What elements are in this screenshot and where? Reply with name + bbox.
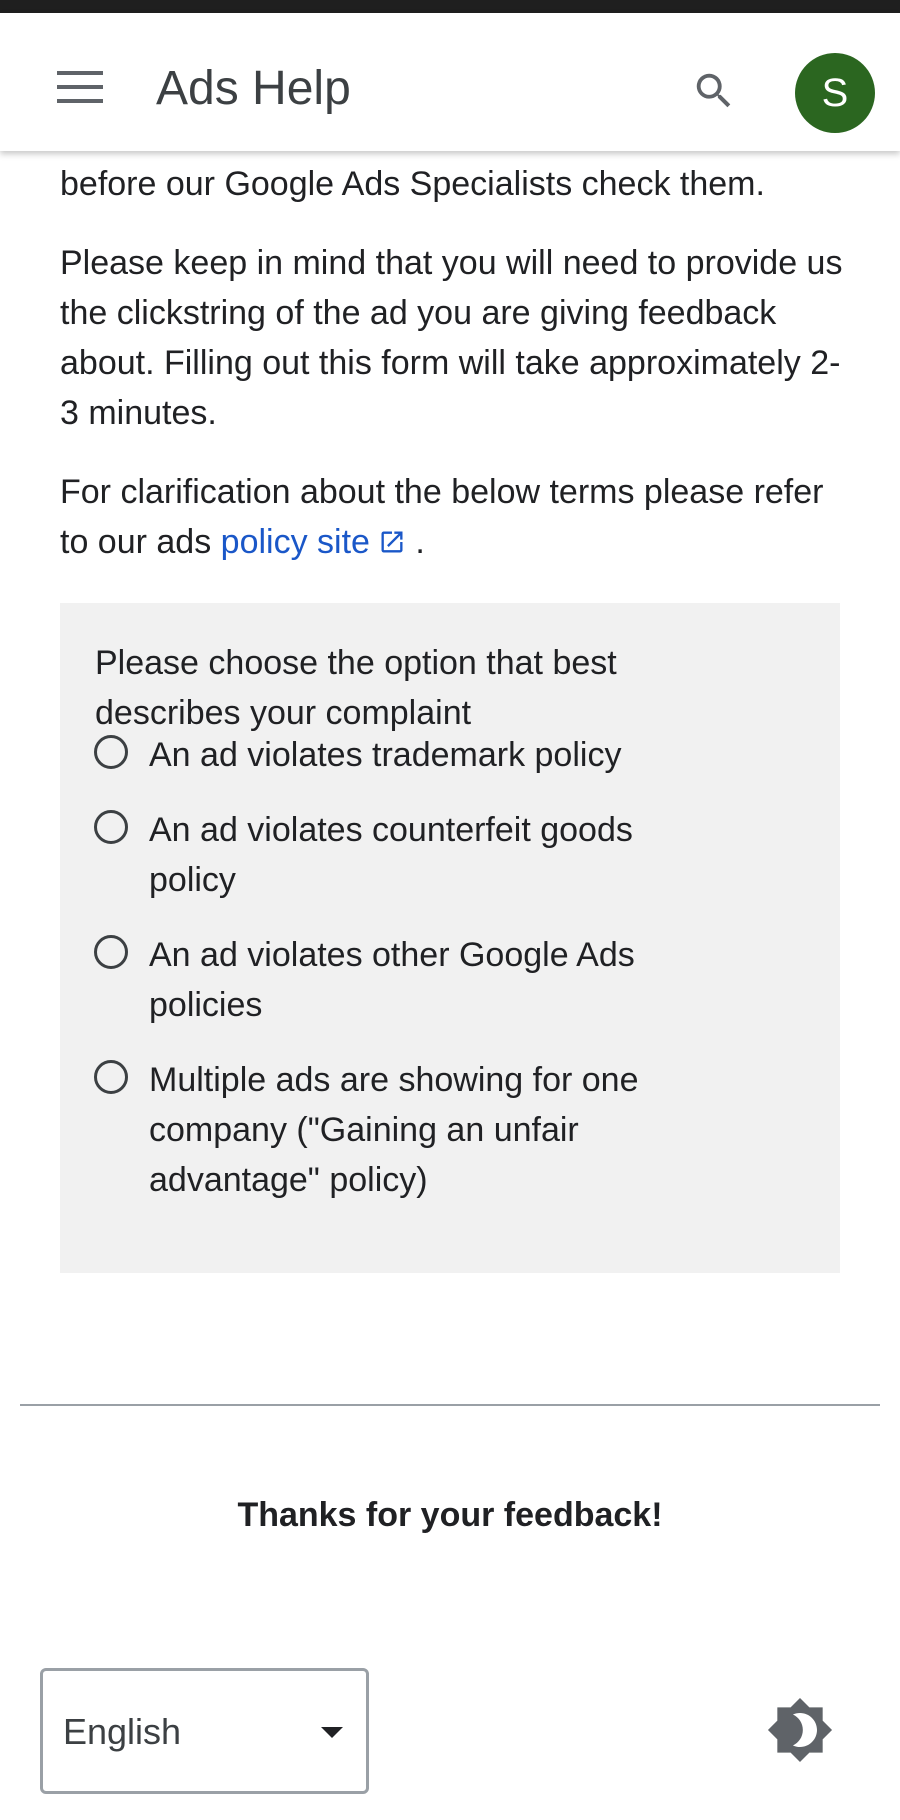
option-counterfeit[interactable]: An ad violates counterfeit goods policy bbox=[94, 805, 794, 905]
radio-button[interactable] bbox=[94, 1060, 128, 1094]
intro-partial-line: before our Google Ads Specialists check … bbox=[60, 165, 765, 203]
radio-button[interactable] bbox=[94, 935, 128, 969]
option-label: An ad violates other Google Ads policies bbox=[149, 936, 635, 1024]
radio-button[interactable] bbox=[94, 735, 128, 769]
language-select[interactable]: English bbox=[40, 1668, 369, 1794]
option-label: An ad violates trademark policy bbox=[149, 736, 622, 774]
radio-button[interactable] bbox=[94, 810, 128, 844]
complaint-type-question: Please choose the option that best descr… bbox=[60, 603, 840, 1273]
policy-link-label: policy site bbox=[220, 523, 370, 561]
menu-button[interactable] bbox=[46, 53, 114, 121]
article-content: before our Google Ads Specialists check … bbox=[60, 151, 850, 567]
theme-toggle-button[interactable] bbox=[760, 1690, 840, 1770]
clarification-paragraph: For clarification about the below terms … bbox=[60, 467, 850, 567]
account-avatar[interactable]: S bbox=[795, 53, 875, 133]
option-label: An ad violates counterfeit goods policy bbox=[149, 811, 633, 899]
feedback-thanks-message: Thanks for your feedback! bbox=[237, 1496, 663, 1534]
external-link-icon bbox=[381, 531, 403, 553]
search-icon bbox=[696, 73, 731, 108]
dropdown-caret-icon bbox=[321, 1727, 343, 1738]
option-multiple-ads[interactable]: Multiple ads are showing for one company… bbox=[94, 1055, 794, 1205]
clarification-prefix: For clarification about the below terms … bbox=[60, 473, 824, 561]
app-header: Ads Help S bbox=[0, 13, 900, 151]
question-prompt: Please choose the option that best descr… bbox=[95, 644, 617, 732]
option-label: Multiple ads are showing for one company… bbox=[149, 1061, 639, 1199]
language-selected-value: English bbox=[63, 1711, 182, 1752]
brightness-toggle-icon bbox=[767, 1697, 833, 1763]
clarification-suffix: . bbox=[415, 523, 425, 561]
page-title: Ads Help bbox=[156, 62, 351, 115]
clickstring-paragraph: Please keep in mind that you will need t… bbox=[60, 244, 843, 432]
status-bar bbox=[0, 0, 900, 13]
search-button[interactable] bbox=[680, 57, 748, 125]
footer-divider bbox=[20, 1404, 880, 1406]
option-other-policies[interactable]: An ad violates other Google Ads policies bbox=[94, 930, 794, 1030]
hamburger-menu-icon bbox=[57, 71, 103, 103]
option-trademark[interactable]: An ad violates trademark policy bbox=[94, 730, 794, 780]
policy-site-link[interactable]: policy site bbox=[221, 523, 406, 561]
